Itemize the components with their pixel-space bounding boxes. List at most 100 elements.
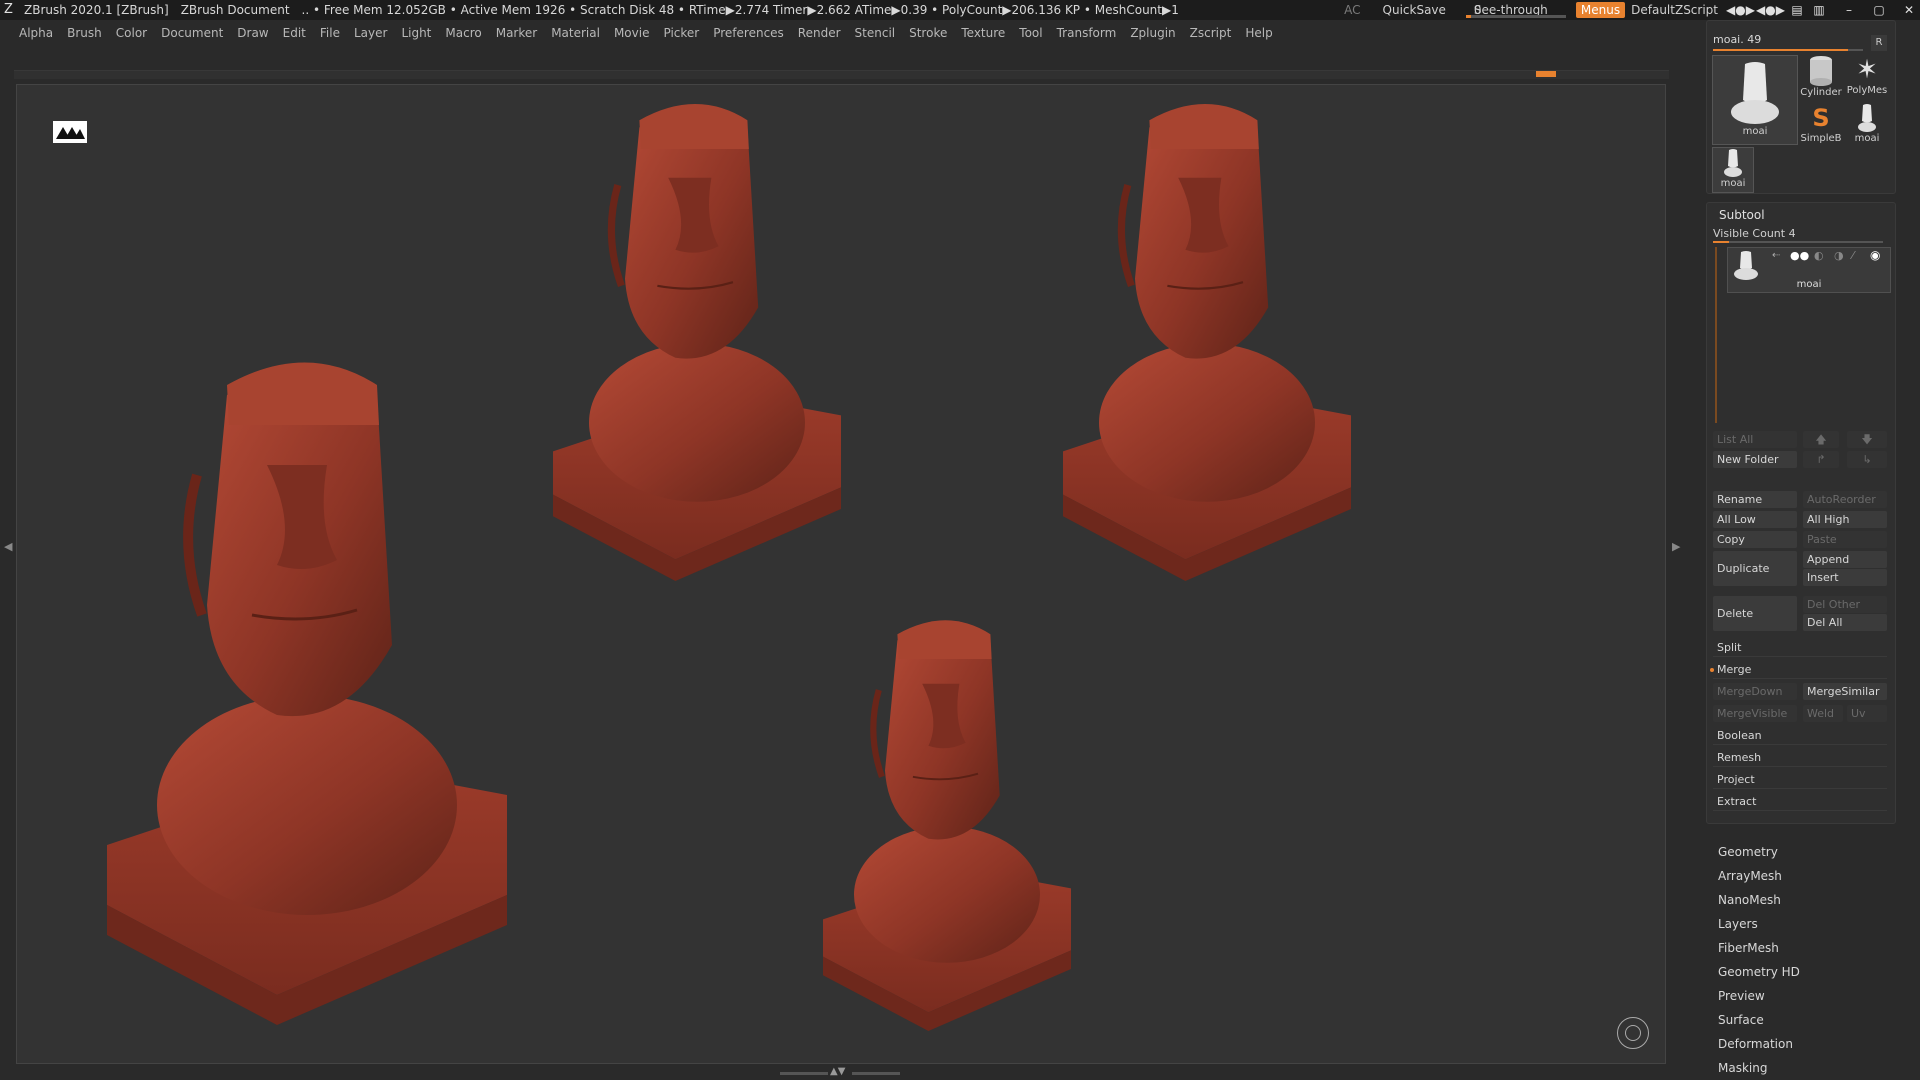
tool-thumb-cylinder[interactable]: Cylinder — [1799, 55, 1843, 103]
merge-section[interactable]: Merge — [1710, 661, 1887, 679]
mode-icon[interactable]: ◐ — [1814, 249, 1824, 262]
move-into-folder-icon[interactable]: ↱ — [1803, 451, 1839, 468]
menu-stroke[interactable]: Stroke — [909, 26, 947, 40]
section-fibermesh[interactable]: FiberMesh — [1718, 941, 1779, 955]
duplicate-button[interactable]: Duplicate — [1713, 551, 1797, 586]
menu-material[interactable]: Material — [551, 26, 600, 40]
section-geometry[interactable]: Geometry — [1718, 845, 1778, 859]
maximize-icon[interactable]: ▢ — [1868, 3, 1890, 17]
tool-thumb-moai-main[interactable]: moai — [1712, 55, 1798, 145]
section-deformation[interactable]: Deformation — [1718, 1037, 1793, 1051]
see-through-slider[interactable]: See-through 0 — [1465, 1, 1566, 19]
uv-button[interactable]: Uv — [1847, 705, 1887, 722]
ac-button[interactable]: AC — [1344, 3, 1360, 17]
menu-light[interactable]: Light — [401, 26, 431, 40]
polygroup-icon[interactable]: ⇠ — [1772, 250, 1780, 261]
section-surface[interactable]: Surface — [1718, 1013, 1764, 1027]
split-section[interactable]: Split — [1713, 639, 1887, 657]
move-out-folder-icon[interactable]: ↳ — [1847, 451, 1887, 468]
gizmo-circle-icon[interactable] — [1617, 1017, 1649, 1049]
menu-brush[interactable]: Brush — [67, 26, 102, 40]
zbrush-logo-icon: Z — [4, 2, 13, 17]
right-tray-arrow-icon[interactable]: ▶ — [1672, 540, 1680, 553]
menus-toggle-button[interactable]: Menus — [1575, 2, 1626, 18]
eye-icon[interactable]: ◉ — [1870, 248, 1880, 262]
layout-prev-icon[interactable]: ◀●▶ — [1726, 3, 1755, 17]
menu-color[interactable]: Color — [116, 26, 147, 40]
mergevisible-button[interactable]: MergeVisible — [1713, 705, 1797, 722]
new-folder-button[interactable]: New Folder — [1713, 451, 1797, 468]
menu-zplugin[interactable]: Zplugin — [1130, 26, 1175, 40]
del-other-button[interactable]: Del Other — [1803, 596, 1887, 613]
menu-draw[interactable]: Draw — [237, 26, 268, 40]
section-preview[interactable]: Preview — [1718, 989, 1765, 1003]
r-button[interactable]: R — [1871, 35, 1887, 51]
delete-button[interactable]: Delete — [1713, 596, 1797, 631]
del-all-button[interactable]: Del All — [1803, 614, 1887, 631]
mergesimilar-button[interactable]: MergeSimilar — [1803, 683, 1887, 700]
close-icon[interactable]: ✕ — [1898, 3, 1920, 17]
subtool-scrollbar[interactable] — [1715, 247, 1717, 423]
append-button[interactable]: Append — [1803, 551, 1887, 568]
extract-section[interactable]: Extract — [1713, 793, 1887, 811]
menu-marker[interactable]: Marker — [496, 26, 537, 40]
move-up-icon[interactable]: 🡅 — [1803, 431, 1839, 448]
menu-edit[interactable]: Edit — [283, 26, 306, 40]
list-all-button[interactable]: List All — [1713, 431, 1797, 448]
subtool-item-moai[interactable]: ⇠ ●● ◐ ◑ ⁄ ◉ moai — [1727, 247, 1891, 293]
layout-next-icon[interactable]: ◀●▶ — [1756, 3, 1785, 17]
visible-count[interactable]: Visible Count 4 — [1713, 227, 1796, 240]
insert-button[interactable]: Insert — [1803, 569, 1887, 586]
collapse-arrows-icon[interactable]: ▲▼ — [830, 1066, 845, 1077]
menu-picker[interactable]: Picker — [663, 26, 699, 40]
section-masking[interactable]: Masking — [1718, 1061, 1767, 1075]
default-zscript-button[interactable]: DefaultZScript — [1631, 3, 1718, 17]
weld-button[interactable]: Weld — [1803, 705, 1843, 722]
move-down-icon[interactable]: 🡇 — [1847, 431, 1887, 448]
project-section[interactable]: Project — [1713, 771, 1887, 789]
document-canvas[interactable] — [16, 84, 1666, 1064]
boolean-section[interactable]: Boolean — [1713, 727, 1887, 745]
current-tool-name[interactable]: moai. 49 — [1713, 33, 1863, 47]
ui-layout-icon[interactable]: ▤ — [1786, 3, 1808, 17]
ui-theme-icon[interactable]: ▥ — [1808, 3, 1830, 17]
menu-document[interactable]: Document — [161, 26, 223, 40]
all-high-button[interactable]: All High — [1803, 511, 1887, 528]
mergedown-button[interactable]: MergeDown — [1713, 683, 1797, 700]
tool-thumb-moai-3[interactable]: moai — [1712, 147, 1754, 193]
menu-file[interactable]: File — [320, 26, 340, 40]
menu-texture[interactable]: Texture — [961, 26, 1005, 40]
menu-tool[interactable]: Tool — [1019, 26, 1042, 40]
menu-transform[interactable]: Transform — [1057, 26, 1117, 40]
menu-render[interactable]: Render — [798, 26, 841, 40]
paste-button[interactable]: Paste — [1803, 531, 1887, 548]
remesh-section[interactable]: Remesh — [1713, 749, 1887, 767]
menu-preferences[interactable]: Preferences — [713, 26, 784, 40]
solo-icon[interactable]: ◑ — [1834, 249, 1844, 262]
bottom-tray-handle[interactable]: ▲▼ — [780, 1066, 900, 1078]
tool-thumb-simplebrush[interactable]: S SimpleB — [1799, 103, 1843, 149]
tool-thumb-moai-2[interactable]: moai — [1845, 103, 1889, 149]
subtool-title[interactable]: Subtool — [1719, 208, 1765, 222]
visibility-toggle-icon[interactable]: ●● — [1790, 249, 1809, 262]
all-low-button[interactable]: All Low — [1713, 511, 1797, 528]
menu-help[interactable]: Help — [1245, 26, 1272, 40]
menu-zscript[interactable]: Zscript — [1190, 26, 1232, 40]
section-nanomesh[interactable]: NanoMesh — [1718, 893, 1781, 907]
quicksave-button[interactable]: QuickSave — [1383, 3, 1446, 17]
section-geometry-hd[interactable]: Geometry HD — [1718, 965, 1800, 979]
menu-alpha[interactable]: Alpha — [19, 26, 53, 40]
menu-movie[interactable]: Movie — [614, 26, 650, 40]
section-layers[interactable]: Layers — [1718, 917, 1758, 931]
section-arraymesh[interactable]: ArrayMesh — [1718, 869, 1782, 883]
menu-layer[interactable]: Layer — [354, 26, 387, 40]
menu-stencil[interactable]: Stencil — [855, 26, 896, 40]
brush-icon[interactable]: ⁄ — [1852, 249, 1854, 262]
tool-thumb-polymesh[interactable]: ✶ PolyMes — [1845, 55, 1889, 103]
autoreorder-button[interactable]: AutoReorder — [1803, 491, 1887, 508]
minimize-icon[interactable]: – — [1838, 3, 1860, 17]
copy-button[interactable]: Copy — [1713, 531, 1797, 548]
menu-macro[interactable]: Macro — [445, 26, 481, 40]
left-tray-arrow-icon[interactable]: ◀ — [4, 540, 12, 553]
rename-button[interactable]: Rename — [1713, 491, 1797, 508]
